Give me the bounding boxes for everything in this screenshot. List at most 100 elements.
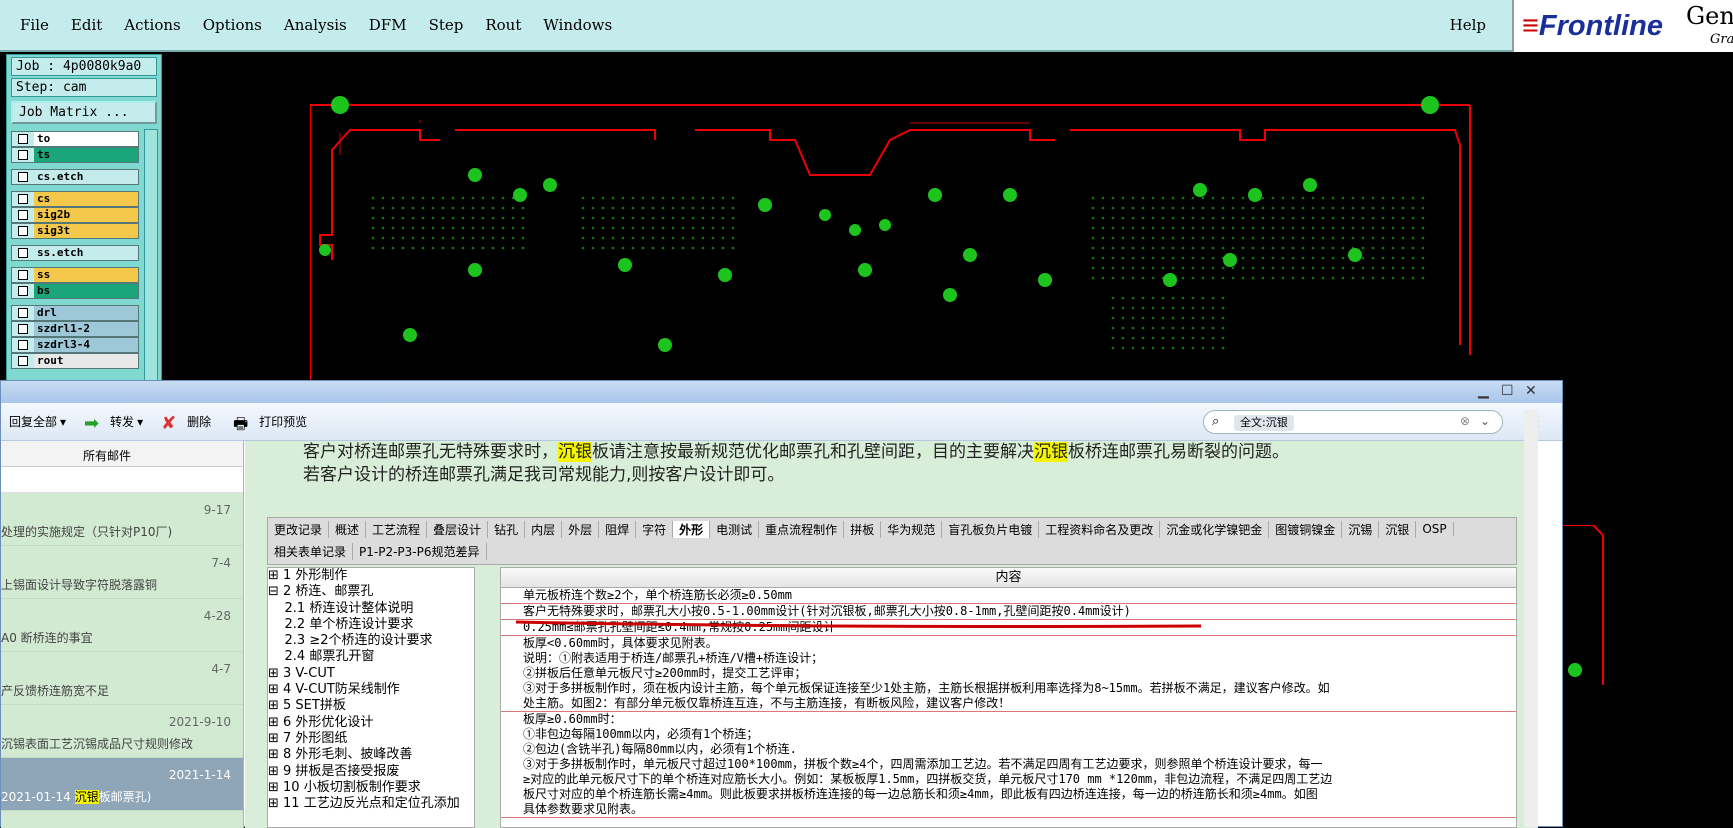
spec-tab[interactable]: 沉银	[1379, 520, 1417, 538]
layer-checkbox[interactable]	[18, 324, 28, 334]
layer-row[interactable]: sig3t	[11, 223, 139, 239]
menu-edit[interactable]: Edit	[71, 16, 102, 34]
mail-body-scrollbar[interactable]	[1524, 410, 1538, 827]
layer-checkbox[interactable]	[18, 340, 28, 350]
layer-row[interactable]: rout	[11, 353, 139, 369]
mail-item[interactable]: 7-4 上锡面设计导致字符脱落露铜	[1, 546, 243, 599]
layer-scrollbar[interactable]	[144, 129, 158, 385]
mail-item[interactable]: 4-7 产反馈桥连筋宽不足	[1, 652, 243, 705]
search-chip[interactable]: 全文:沉银	[1234, 415, 1294, 431]
menu-windows[interactable]: Windows	[543, 16, 612, 34]
pcb-board-view[interactable]	[310, 95, 1600, 395]
layer-checkbox[interactable]	[18, 134, 28, 144]
menu-rout[interactable]: Rout	[485, 16, 521, 34]
spec-tab[interactable]: 相关表单记录	[268, 542, 354, 560]
tree-node[interactable]: ⊞ 4 V-CUT防呆线制作	[268, 682, 474, 698]
menu-help[interactable]: Help	[1450, 16, 1486, 34]
layer-checkbox[interactable]	[18, 172, 28, 182]
layer-row[interactable]: sig2b	[11, 207, 139, 223]
layer-checkbox[interactable]	[18, 194, 28, 204]
spec-tab[interactable]: 工程资料命名及更改	[1039, 520, 1161, 538]
layer-row[interactable]: szdrl1-2	[11, 321, 139, 337]
layer-row[interactable]: ts	[11, 147, 139, 163]
spec-tab[interactable]: P1-P2-P3-P6规范差异	[353, 542, 487, 560]
spec-tab[interactable]: 外层	[562, 520, 600, 538]
layer-checkbox[interactable]	[18, 286, 28, 296]
spec-tab[interactable]: OSP	[1416, 522, 1454, 536]
layer-checkbox[interactable]	[18, 150, 28, 160]
menu-dfm[interactable]: DFM	[369, 16, 407, 34]
layer-checkbox[interactable]	[18, 270, 28, 280]
job-matrix-button[interactable]: Job Matrix ...	[11, 101, 157, 124]
spec-tab[interactable]: 电测试	[710, 520, 760, 538]
close-icon[interactable]: ✕	[1525, 383, 1537, 399]
tree-node[interactable]: 2.1 桥连设计整体说明	[268, 601, 474, 617]
tree-node[interactable]: 2.3 ≥2个桥连的设计要求	[268, 633, 474, 649]
expand-search-icon[interactable]: ⌄	[1480, 414, 1490, 428]
spec-tab[interactable]: 概述	[329, 520, 367, 538]
grid-row[interactable]: 板厚<0.60mm时，具体要求见附表。 说明：①附表适用于桥连/邮票孔+桥连/V槽…	[501, 636, 1516, 712]
layer-checkbox[interactable]	[18, 356, 28, 366]
layer-row[interactable]: cs.etch	[11, 169, 139, 185]
layer-checkbox[interactable]	[18, 210, 28, 220]
spec-tab[interactable]: 拼板	[844, 520, 882, 538]
mail-item[interactable]: 4-28 A0 断桥连的事宜	[1, 599, 243, 652]
menu-options[interactable]: Options	[203, 16, 262, 34]
spec-tab[interactable]: 重点流程制作	[759, 520, 845, 538]
tree-node[interactable]: ⊞ 7 外形图纸	[268, 731, 474, 747]
layer-row[interactable]: szdrl3-4	[11, 337, 139, 353]
layer-row[interactable]: drl	[11, 305, 139, 321]
spec-tab[interactable]: 钻孔	[488, 520, 526, 538]
tree-node[interactable]: 2.2 单个桥连设计要求	[268, 617, 474, 633]
layer-row[interactable]: to	[11, 131, 139, 147]
spec-tab[interactable]: 沉金或化学镍钯金	[1160, 520, 1270, 538]
tree-node[interactable]: ⊞ 1 外形制作	[268, 568, 474, 584]
spec-tab[interactable]: 内层	[525, 520, 563, 538]
reply-all-button[interactable]: 回复全部 ▾	[9, 413, 66, 430]
tree-node[interactable]: ⊟ 2 桥连、邮票孔	[268, 584, 474, 600]
spec-tab[interactable]: 华为规范	[881, 520, 943, 538]
spec-tab[interactable]: 更改记录	[268, 520, 330, 538]
tree-node[interactable]: ⊞ 9 拼板是否接受报废	[268, 764, 474, 780]
clear-search-icon[interactable]: ⊗	[1460, 414, 1470, 428]
mail-item-selected[interactable]: 2021-1-14 2021-01-14 沉银板邮票孔)	[1, 758, 243, 811]
layer-row[interactable]: ss	[11, 267, 139, 283]
spec-tab[interactable]: 阻焊	[599, 520, 637, 538]
menu-step[interactable]: Step	[429, 16, 464, 34]
menu-analysis[interactable]: Analysis	[284, 16, 347, 34]
tree-node[interactable]: ⊞ 5 SET拼板	[268, 698, 474, 714]
spec-tab[interactable]: 外形	[673, 520, 711, 538]
menu-actions[interactable]: Actions	[124, 16, 180, 34]
forward-button[interactable]: ➡ 转发 ▾	[84, 413, 143, 434]
mail-item[interactable]: 2021-9-10 沉锡表面工艺沉锡成品尺寸规则修改	[1, 705, 243, 758]
layer-checkbox[interactable]	[18, 308, 28, 318]
mail-item[interactable]: 9-17 处理的实施规定（只针对P10厂)	[1, 493, 243, 546]
grid-cell-line: 板尺寸对应的单个桥连筋长需≥4mm。则此板要求拼板桥连连接的每一边总筋长和须≥4…	[523, 787, 1318, 801]
menu-file[interactable]: File	[20, 16, 49, 34]
spec-tab[interactable]: 盲孔板负片电镀	[942, 520, 1040, 538]
layer-row[interactable]: ss.etch	[11, 245, 139, 261]
maximize-icon[interactable]: ☐	[1501, 383, 1514, 399]
grid-row[interactable]: 板厚≥0.60mm时： ①非包边每隔100mm以内，必须有1个桥连； ②包边(含铣半…	[501, 712, 1516, 818]
tree-node[interactable]: ⊞ 11 工艺边反光点和定位孔添加	[268, 796, 474, 812]
spec-tab[interactable]: 叠层设计	[427, 520, 489, 538]
layer-name: rout	[34, 354, 138, 368]
spec-tab[interactable]: 字符	[636, 520, 674, 538]
tree-node[interactable]: ⊞ 3 V-CUT	[268, 666, 474, 682]
grid-row[interactable]: 单元板桥连个数≥2个，单个桥连筋长必须≥0.50mm	[501, 588, 1516, 604]
print-preview-button[interactable]: 🖶 打印预览	[233, 413, 307, 433]
spec-tab[interactable]: 沉锡	[1342, 520, 1380, 538]
tree-node[interactable]: ⊞ 10 小板切割板制作要求	[268, 780, 474, 796]
tree-node[interactable]: ⊞ 8 外形毛刺、披峰改善	[268, 747, 474, 763]
tab-row-2: 相关表单记录 P1-P2-P3-P6规范差异	[268, 540, 1516, 562]
layer-row[interactable]: bs	[11, 283, 139, 299]
tree-node[interactable]: ⊞ 6 外形优化设计	[268, 715, 474, 731]
spec-tab[interactable]: 图镀铜镍金	[1269, 520, 1343, 538]
minimize-icon[interactable]: ▁	[1478, 383, 1489, 399]
tree-node[interactable]: 2.4 邮票孔开窗	[268, 649, 474, 665]
layer-checkbox[interactable]	[18, 226, 28, 236]
layer-row[interactable]: cs	[11, 191, 139, 207]
layer-checkbox[interactable]	[18, 248, 28, 258]
delete-button[interactable]: ✘ 删除	[161, 413, 211, 434]
spec-tab[interactable]: 工艺流程	[366, 520, 428, 538]
